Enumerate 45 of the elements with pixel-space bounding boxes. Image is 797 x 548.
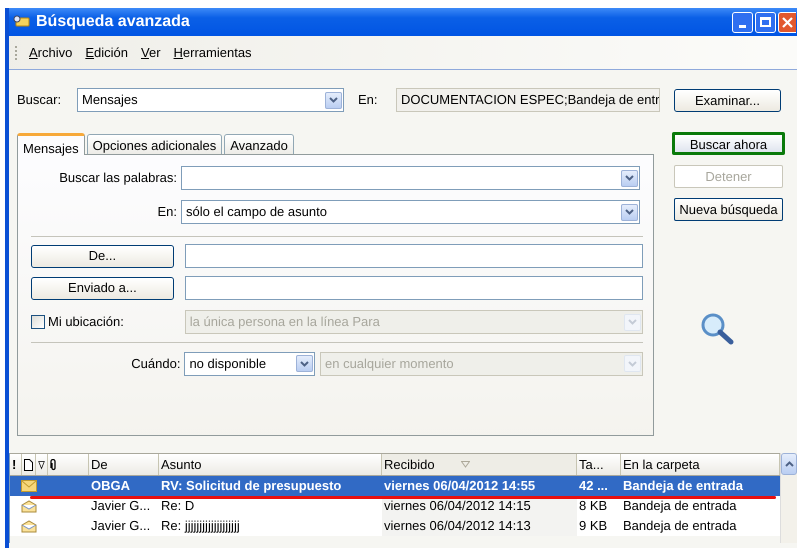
table-cell-text: Bandeja de entrada [623, 477, 743, 496]
action-button: Detener [674, 165, 783, 188]
menu-item[interactable]: Edición [85, 42, 128, 62]
tab[interactable]: Opciones adicionales [86, 134, 222, 154]
browse-button[interactable]: Examinar... [674, 89, 781, 112]
table-cell-text: Javier G... [91, 517, 150, 536]
table-cell-text: 8 KB [579, 497, 608, 516]
search-dropdown[interactable]: Mensajes [77, 88, 344, 112]
table-cell-text: viernes 06/04/2012 14:13 [384, 517, 531, 536]
table-cell-text: Re: D [161, 497, 194, 516]
table-cell-text: Bandeja de entrada [623, 517, 736, 536]
sent-to-button[interactable]: Enviado a... [31, 276, 174, 300]
table-cell-text: 42 ... [579, 477, 608, 496]
words-label: Buscar las palabras: [58, 169, 178, 188]
action-button[interactable]: Buscar ahora [672, 132, 785, 155]
column-header[interactable]: De [89, 454, 159, 475]
table-cell-text: Bandeja de entrada [623, 497, 736, 516]
action-button[interactable]: Nueva búsqueda [674, 198, 783, 221]
from-button[interactable]: De... [31, 244, 174, 268]
folder-field: DOCUMENTACION ESPEC;Bandeja de entr [396, 88, 660, 112]
location-label: Mi ubicación: [48, 313, 124, 332]
when-label: Cuándo: [130, 354, 182, 373]
tab[interactable]: Avanzado [224, 134, 294, 154]
message-row[interactable]: Javier G... Re: jjjjjjjjjjjjjjjjjjj viernes 06/04/2012 14:13 9 KB Bandeja de entrada [10, 516, 780, 536]
message-row[interactable]: OBGA RV: Solicitud de presupuesto viernes 06/04/2012 14:55 42 ... Bandeja de entrada [10, 476, 780, 496]
in-label: En: [358, 91, 379, 110]
table-cell-text: 9 KB [579, 517, 608, 536]
table-cell-text: viernes 06/04/2012 14:55 [384, 477, 536, 496]
table-cell-text: viernes 06/04/2012 14:15 [384, 497, 531, 516]
scope-dropdown[interactable]: sólo el campo de asunto [181, 200, 640, 224]
table-cell-text: RV: Solicitud de presupuesto [161, 477, 342, 496]
table-cell-text: Re: jjjjjjjjjjjjjjjjjjj [161, 517, 240, 536]
menu-item[interactable]: Ver [141, 42, 161, 62]
when-dropdown[interactable]: no disponible [184, 352, 315, 376]
column-header[interactable]: Ta... [577, 454, 621, 475]
column-header[interactable]: Recibido [382, 454, 577, 475]
tab[interactable]: Mensajes [17, 133, 85, 155]
window-title: Búsqueda avanzada [36, 12, 190, 32]
scope-label: En: [156, 203, 178, 222]
table-cell-text: Javier G... [91, 497, 150, 516]
search-label: Buscar: [17, 91, 62, 110]
table-cell-text: OBGA [91, 477, 130, 496]
menu-item[interactable]: Archivo [29, 42, 72, 62]
menu-item[interactable]: Herramientas [174, 42, 252, 62]
column-header[interactable]: ! [10, 454, 22, 475]
